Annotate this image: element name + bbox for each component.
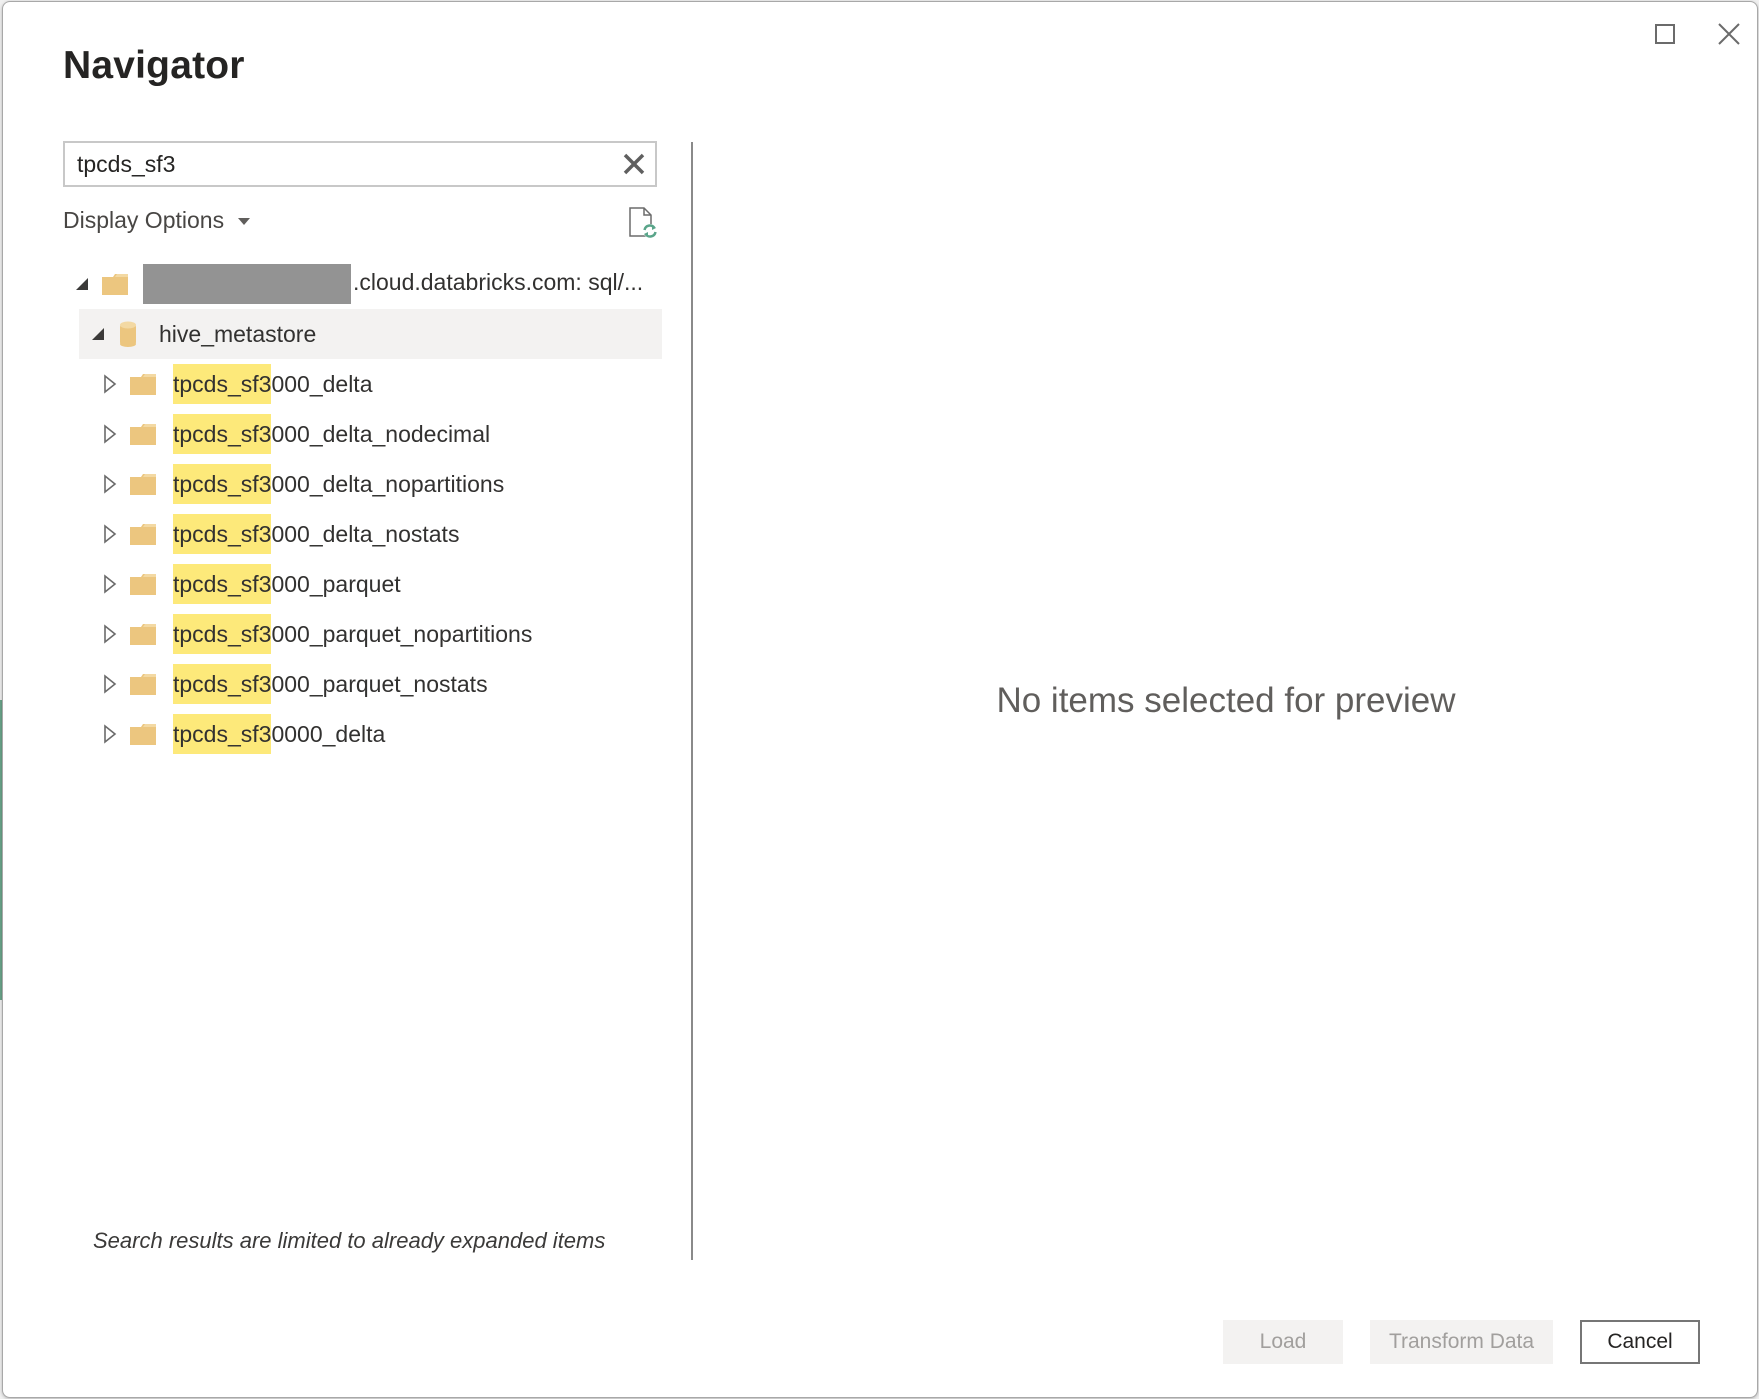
tree-node-schema[interactable]: tpcds_sf3000_parquet bbox=[99, 559, 659, 609]
server-label: .cloud.databricks.com: sql/... bbox=[143, 264, 643, 304]
cancel-button[interactable]: Cancel bbox=[1580, 1320, 1700, 1364]
display-options-label: Display Options bbox=[63, 207, 225, 233]
schema-label-rest: 000_parquet_nopartitions bbox=[271, 621, 533, 647]
catalog-label: hive_metastore bbox=[159, 320, 317, 347]
folder-icon bbox=[129, 372, 157, 396]
collapsed-triangle-icon bbox=[104, 524, 117, 544]
folder-icon bbox=[129, 622, 157, 646]
schema-label: tpcds_sf3000_delta_nodecimal bbox=[173, 414, 490, 454]
dialog-title: Navigator bbox=[63, 44, 245, 87]
server-label-suffix: .cloud.databricks.com: sql/... bbox=[353, 269, 644, 296]
schema-label: tpcds_sf30000_delta bbox=[173, 714, 385, 754]
search-match-highlight: tpcds_sf3 bbox=[173, 664, 272, 704]
refresh-button[interactable] bbox=[627, 206, 659, 240]
collapsed-triangle-icon bbox=[104, 574, 117, 594]
schema-label: tpcds_sf3000_parquet bbox=[173, 564, 401, 604]
tree-node-schema[interactable]: tpcds_sf3000_delta_nostats bbox=[99, 509, 659, 559]
tree-node-hive-metastore[interactable]: hive_metastore bbox=[79, 309, 662, 359]
caret-down-icon bbox=[238, 218, 251, 225]
expand-toggle[interactable] bbox=[99, 623, 121, 645]
collapsed-triangle-icon bbox=[104, 424, 117, 444]
clear-search-button[interactable] bbox=[621, 151, 647, 177]
schema-label: tpcds_sf3000_delta_nopartitions bbox=[173, 464, 504, 504]
schema-label-rest: 000_delta_nodecimal bbox=[271, 421, 491, 447]
schema-label: tpcds_sf3000_parquet_nostats bbox=[173, 664, 488, 704]
schema-label-rest: 000_parquet_nostats bbox=[271, 671, 488, 697]
collapsed-triangle-icon bbox=[104, 474, 117, 494]
collapsed-triangle-icon bbox=[104, 674, 117, 694]
expand-toggle[interactable] bbox=[99, 373, 121, 395]
expand-toggle[interactable] bbox=[99, 723, 121, 745]
schema-label: tpcds_sf3000_delta bbox=[173, 364, 373, 404]
tree-node-schema[interactable]: tpcds_sf30000_delta bbox=[99, 709, 659, 759]
folder-icon bbox=[129, 472, 157, 496]
transform-data-button[interactable]: Transform Data bbox=[1370, 1320, 1553, 1364]
maximize-icon bbox=[1655, 24, 1675, 44]
schema-label-rest: 000_delta_nostats bbox=[271, 521, 460, 547]
folder-icon bbox=[129, 572, 157, 596]
tree-node-schema[interactable]: tpcds_sf3000_delta bbox=[99, 359, 659, 409]
close-icon bbox=[1718, 23, 1740, 45]
collapse-toggle[interactable] bbox=[87, 323, 109, 345]
expand-toggle[interactable] bbox=[99, 523, 121, 545]
clear-x-icon bbox=[623, 153, 645, 175]
tree-node-schema[interactable]: tpcds_sf3000_delta_nodecimal bbox=[99, 409, 659, 459]
collapsed-triangle-icon bbox=[104, 724, 117, 744]
folder-icon bbox=[129, 422, 157, 446]
folder-icon bbox=[129, 672, 157, 696]
tree-node-schema[interactable]: tpcds_sf3000_delta_nopartitions bbox=[99, 459, 659, 509]
search-match-highlight: tpcds_sf3 bbox=[173, 614, 272, 654]
database-icon bbox=[119, 321, 137, 347]
maximize-button[interactable] bbox=[1647, 16, 1683, 52]
search-match-highlight: tpcds_sf3 bbox=[173, 514, 272, 554]
search-input[interactable] bbox=[77, 143, 617, 185]
redacted-hostname bbox=[143, 264, 351, 304]
expanded-triangle-icon bbox=[92, 328, 104, 340]
schema-label-rest: 000_delta_nopartitions bbox=[271, 471, 505, 497]
display-options-dropdown[interactable]: Display Options bbox=[63, 207, 251, 234]
folder-icon bbox=[129, 522, 157, 546]
search-match-highlight: tpcds_sf3 bbox=[173, 564, 272, 604]
close-button[interactable] bbox=[1711, 16, 1747, 52]
search-match-highlight: tpcds_sf3 bbox=[173, 464, 272, 504]
search-match-highlight: tpcds_sf3 bbox=[173, 364, 272, 404]
folder-icon bbox=[129, 722, 157, 746]
folder-icon bbox=[101, 269, 131, 299]
search-match-highlight: tpcds_sf3 bbox=[173, 414, 272, 454]
navigator-dialog: Navigator Display Options bbox=[2, 1, 1758, 1398]
search-box bbox=[63, 141, 657, 187]
expand-toggle[interactable] bbox=[99, 473, 121, 495]
preview-empty-message: No items selected for preview bbox=[996, 681, 1456, 720]
schema-label-rest: 000_parquet bbox=[271, 571, 401, 597]
schema-label: tpcds_sf3000_parquet_nopartitions bbox=[173, 614, 532, 654]
search-match-highlight: tpcds_sf3 bbox=[173, 714, 272, 754]
expanded-triangle-icon bbox=[76, 278, 88, 290]
search-limit-note: Search results are limited to already ex… bbox=[93, 1228, 606, 1253]
schema-label-rest: 000_delta bbox=[271, 371, 373, 397]
collapsed-triangle-icon bbox=[104, 624, 117, 644]
tree-node-server[interactable]: .cloud.databricks.com: sql/... bbox=[71, 259, 661, 309]
collapsed-triangle-icon bbox=[104, 374, 117, 394]
load-button[interactable]: Load bbox=[1223, 1320, 1343, 1364]
tree-node-schema[interactable]: tpcds_sf3000_parquet_nopartitions bbox=[99, 609, 659, 659]
expand-toggle[interactable] bbox=[99, 423, 121, 445]
expand-toggle[interactable] bbox=[99, 573, 121, 595]
refresh-document-icon bbox=[629, 207, 657, 238]
expand-toggle[interactable] bbox=[99, 673, 121, 695]
schema-label-rest: 0000_delta bbox=[271, 721, 386, 747]
schema-label: tpcds_sf3000_delta_nostats bbox=[173, 514, 459, 554]
collapse-toggle[interactable] bbox=[71, 273, 93, 295]
tree-node-schema[interactable]: tpcds_sf3000_parquet_nostats bbox=[99, 659, 659, 709]
